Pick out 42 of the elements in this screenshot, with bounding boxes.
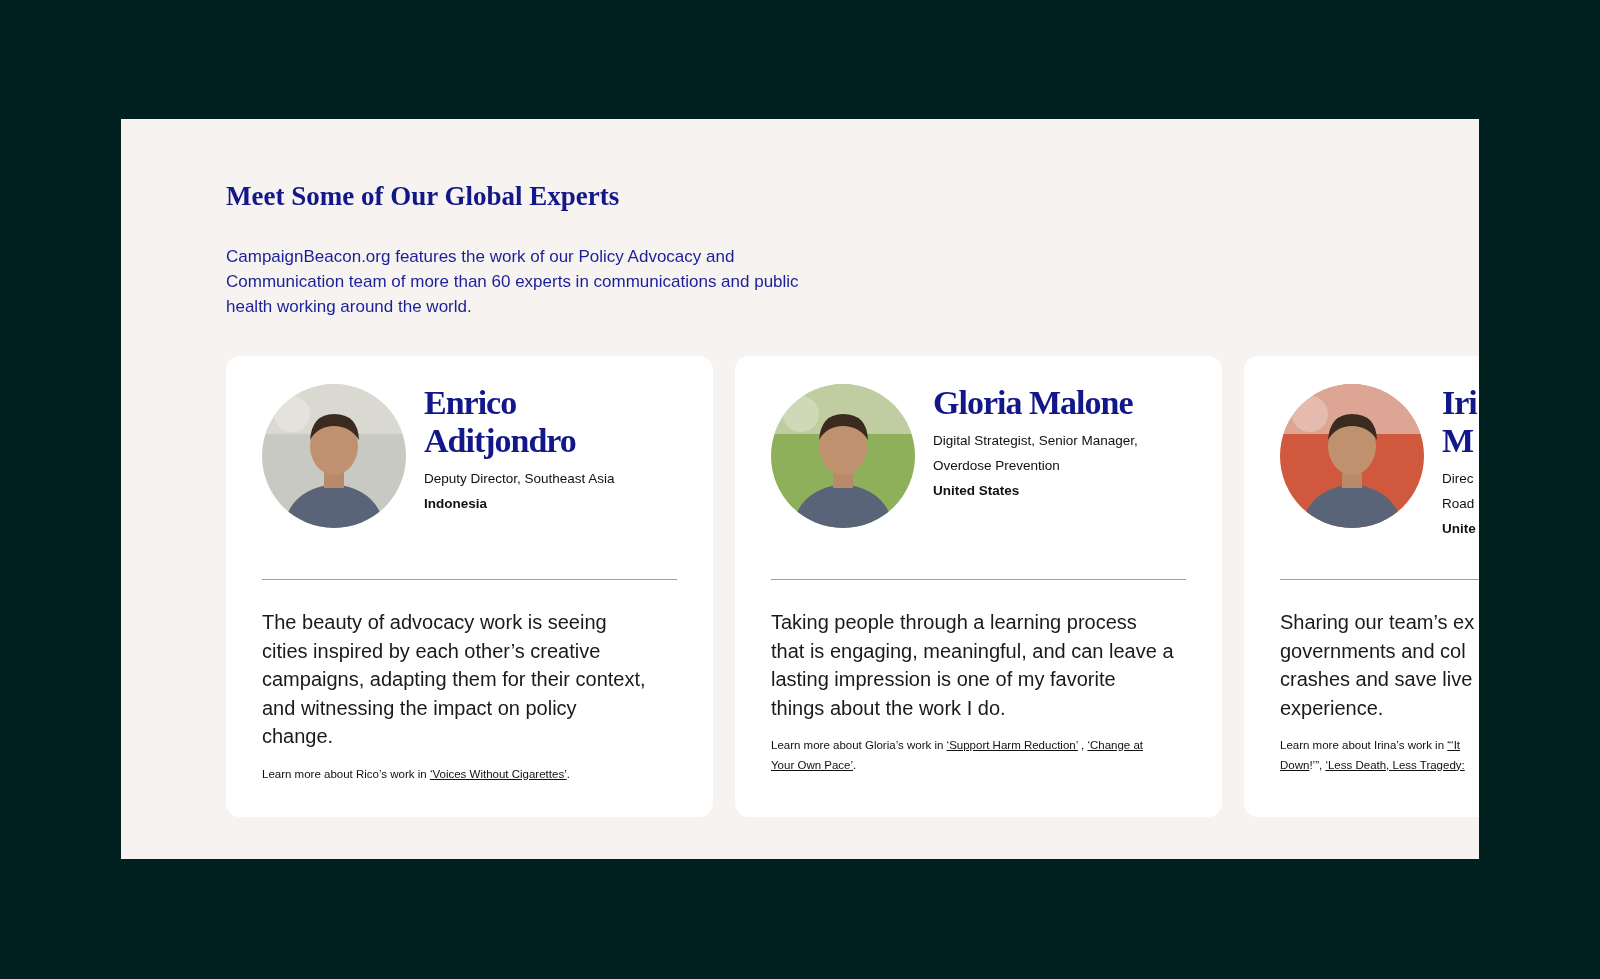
expert-name: Gloria Malone [933,384,1133,422]
expert-name: Iri [1442,384,1477,422]
expert-quote: The beauty of advocacy work is seeing [262,610,607,635]
project-link[interactable]: ‘Less Death, Less Tragedy: [1325,758,1465,771]
project-link[interactable]: ‘Change at [1087,739,1144,751]
learn-more-text: . [853,758,857,771]
learn-more-text: Learn more about Irina’s work in [1280,739,1446,751]
expert-name: M [1442,422,1474,460]
expert-quote: that is engaging, meaningful, and can leave a [771,638,1174,664]
expert-country: United States [933,482,1020,500]
intro-paragraph: CampaignBeacon.org features the work of our Policy Advocacy and Communication team of more than 60 experts in communications and public health working around the world. [226,246,800,318]
learn-more-text: , [1080,739,1086,751]
project-link[interactable]: “‘It [1447,739,1461,751]
project-link[interactable]: ‘Voices Without Cigarettes’ [429,767,567,780]
expert-country: Unite [1442,520,1476,538]
expert-quote: crashes and save live [1280,667,1473,692]
expert-quote: Sharing our team’s ex [1280,610,1475,635]
project-link[interactable]: ‘Support Harm Reduction’ [946,739,1078,751]
learn-more-text: Learn more about Rico’s work in [262,767,428,780]
expert-quote: lasting impression is one of my favorite [771,667,1116,692]
learn-more-text: !’”, [1309,758,1324,771]
section-heading: Meet Some of Our Global Experts [226,181,620,212]
expert-country: Indonesia [424,495,487,513]
expert-quote: Taking people through a learning process [771,610,1137,635]
project-link[interactable]: Your Own Pace’ [771,758,854,771]
expert-quote: experience. [1280,695,1384,721]
expert-quote: governments and col [1280,638,1466,664]
learn-more-text: . [566,767,570,780]
expert-quote: and witnessing the impact on policy [262,695,577,721]
expert-name: Aditjondro [424,422,576,460]
expert-role: Overdose Prevention [933,457,1060,475]
project-link[interactable]: Down [1280,758,1310,771]
expert-quote: things about the work I do. [771,695,1006,721]
expert-quote: change. [262,724,334,749]
learn-more-text: Learn more about Gloria’s work in [771,739,945,751]
expert-quote: cities inspired by each other’s creative [262,638,601,664]
expert-quote: campaigns, adapting them for their context, [262,667,646,692]
expert-role: Direc [1442,470,1474,488]
expert-role: Road [1442,495,1475,513]
expert-role: Deputy Director, Southeast Asia [424,470,615,488]
expert-role: Digital Strategist, Senior Manager, [933,432,1138,450]
expert-name: Enrico [424,384,517,422]
